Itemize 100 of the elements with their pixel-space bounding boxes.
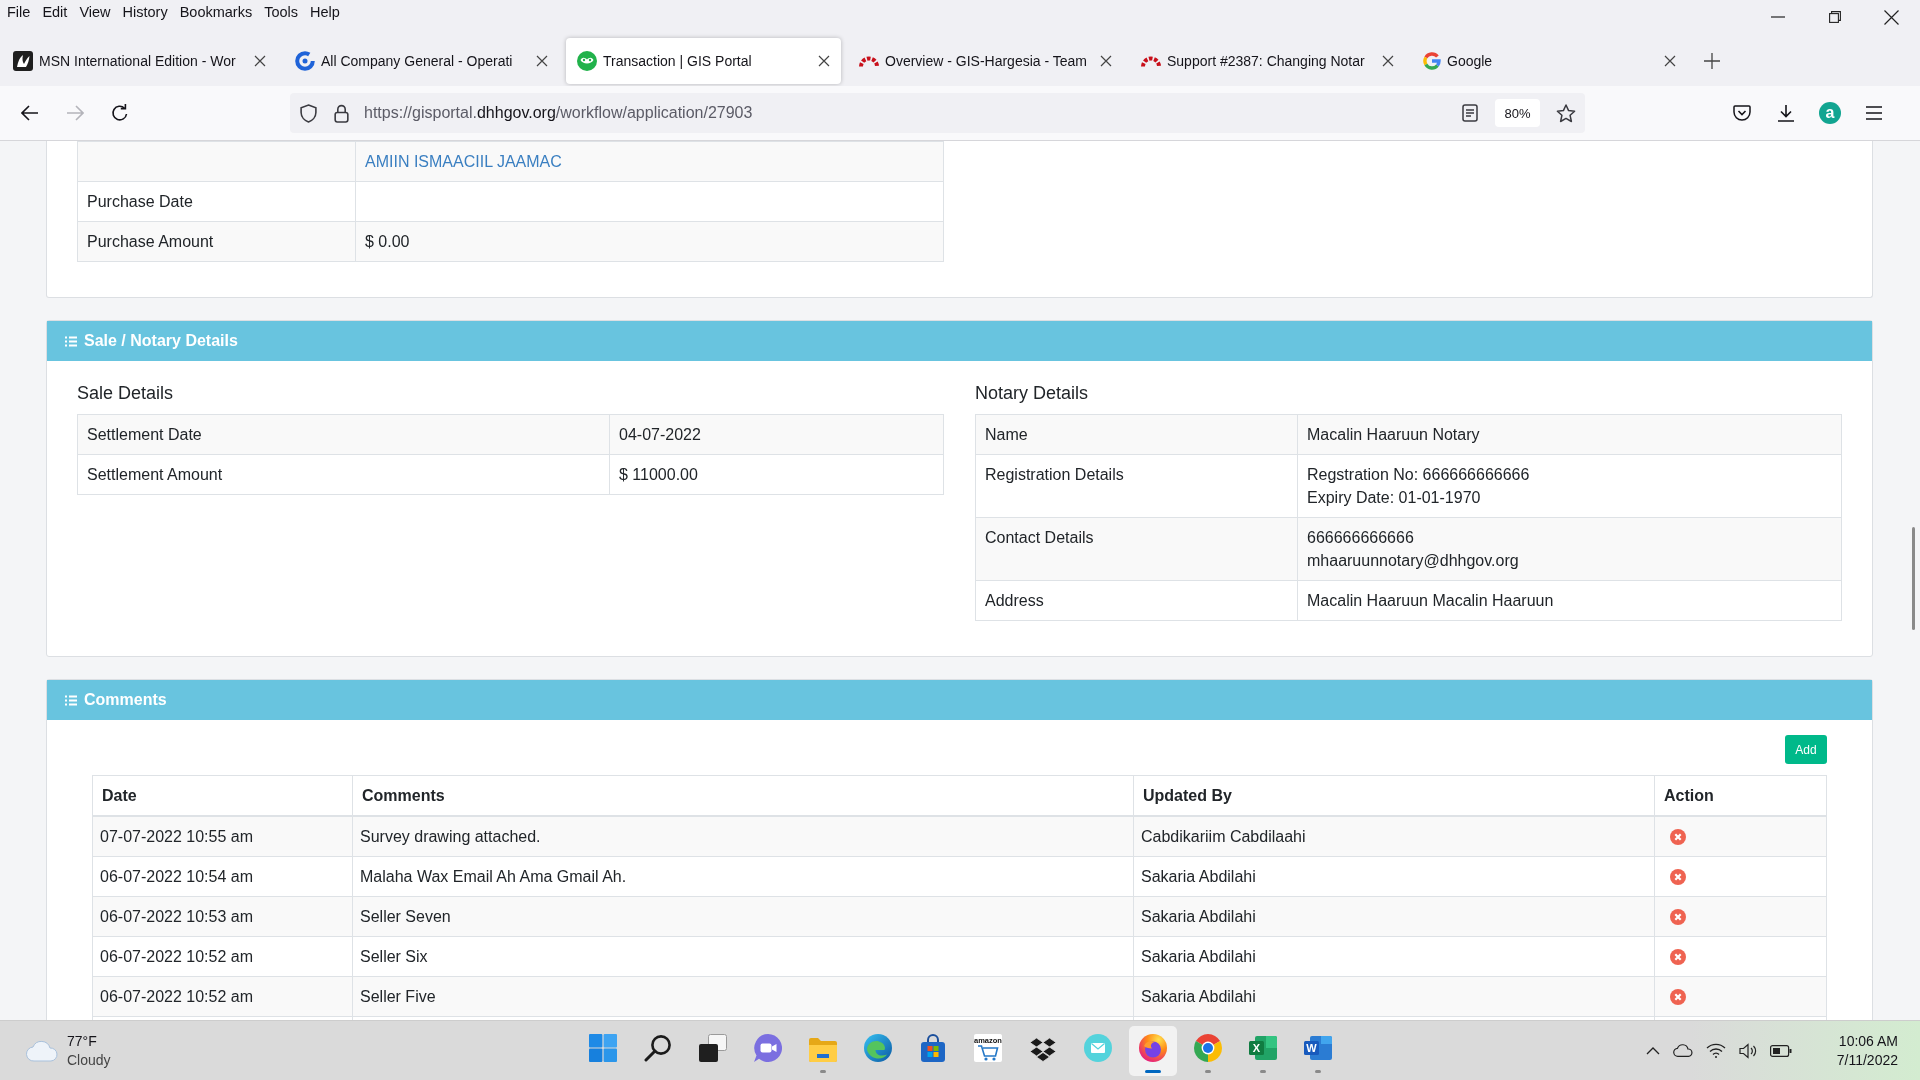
close-icon[interactable] bbox=[818, 55, 830, 67]
table-cell: Name bbox=[975, 414, 1298, 455]
table-cell: 04-07-2022 bbox=[609, 414, 944, 455]
menu-item[interactable]: Tools bbox=[258, 0, 305, 24]
table-cell: Malaha Wax Email Ah Ama Gmail Ah. bbox=[352, 856, 1134, 897]
browser-tab[interactable]: Transaction | GIS Portal bbox=[566, 38, 841, 84]
list-icon bbox=[65, 335, 77, 347]
table-cell: Registration Details bbox=[975, 454, 1298, 518]
menu-icon[interactable] bbox=[1865, 106, 1883, 120]
delete-icon[interactable] bbox=[1670, 829, 1686, 845]
lock-icon[interactable] bbox=[334, 103, 349, 123]
reader-view-icon[interactable] bbox=[1462, 104, 1478, 122]
dropbox-icon bbox=[1028, 1036, 1057, 1062]
search-icon bbox=[643, 1033, 672, 1062]
chevron-up-icon[interactable] bbox=[1645, 1046, 1660, 1055]
close-icon[interactable] bbox=[1382, 55, 1394, 67]
chat-icon bbox=[753, 1033, 782, 1062]
browser-tab[interactable]: Google bbox=[1412, 38, 1687, 84]
menu-item[interactable]: Help bbox=[304, 0, 346, 24]
close-icon[interactable] bbox=[1100, 55, 1112, 67]
close-icon[interactable] bbox=[1664, 55, 1676, 67]
taskbar-button[interactable]: X bbox=[1238, 1025, 1287, 1076]
browser-tab[interactable]: MSN International Edition - Wor bbox=[2, 38, 277, 84]
clock-time[interactable]: 10:06 AM bbox=[1838, 1031, 1898, 1051]
table-cell: 666666666666 mhaaruunnotary@dhhgov.org bbox=[1297, 517, 1842, 581]
table-cell: 06-07-2022 10:52 am bbox=[92, 976, 353, 1017]
mail-icon bbox=[1083, 1033, 1112, 1062]
start-icon bbox=[588, 1033, 617, 1062]
url-text: https://gisportal.dhhgov.org/workflow/application/27903 bbox=[364, 104, 753, 122]
edge-icon bbox=[863, 1033, 892, 1062]
chrome-icon bbox=[1193, 1033, 1222, 1062]
menu-item[interactable]: Bookmarks bbox=[173, 0, 259, 24]
menu-item[interactable]: File bbox=[1, 0, 37, 24]
mask-logo-icon bbox=[577, 51, 597, 71]
cloud-icon[interactable] bbox=[1672, 1044, 1693, 1057]
browser-tab[interactable]: Overview - GIS-Hargesia - Team bbox=[848, 38, 1123, 84]
section-title: Sale / Notary Details bbox=[84, 332, 238, 350]
table-cell: Sakaria Abdilahi bbox=[1133, 856, 1655, 897]
section-heading: Notary Details bbox=[975, 382, 1090, 405]
table-cell: $ 0.00 bbox=[355, 221, 944, 262]
arch-logo-icon bbox=[859, 55, 879, 67]
table-cell: Regstration No: 666666666666 Expiry Date: 01-01-1970 bbox=[1297, 454, 1842, 518]
table-cell: Purchase Date bbox=[77, 181, 356, 222]
table-cell: Seller Seven bbox=[352, 896, 1134, 937]
browser-tab[interactable]: Support #2387: Changing Notar bbox=[1130, 38, 1405, 84]
close-icon[interactable] bbox=[254, 55, 266, 67]
table-cell: Settlement Amount bbox=[77, 454, 610, 495]
section-title: Comments bbox=[84, 691, 167, 709]
download-icon[interactable] bbox=[1777, 104, 1795, 122]
table-cell: Macalin Haaruun Macalin Haaruun bbox=[1297, 580, 1842, 621]
delete-icon[interactable] bbox=[1670, 949, 1686, 965]
cloud-icon bbox=[26, 1039, 58, 1062]
table-cell: 06-07-2022 10:54 am bbox=[92, 856, 353, 897]
ring-logo-icon bbox=[295, 51, 315, 71]
store-icon bbox=[918, 1033, 947, 1062]
google-logo-icon bbox=[1423, 52, 1441, 70]
table-cell: Address bbox=[975, 580, 1298, 621]
menu-item[interactable]: History bbox=[116, 0, 174, 24]
volume-icon[interactable] bbox=[1738, 1042, 1757, 1059]
table-cell: 06-07-2022 10:53 am bbox=[92, 896, 353, 937]
minimize-icon[interactable] bbox=[1770, 16, 1785, 18]
delete-icon[interactable] bbox=[1670, 989, 1686, 1005]
taskbar-button[interactable]: W bbox=[1293, 1025, 1342, 1076]
zoom-level-button[interactable]: 80% bbox=[1495, 99, 1540, 127]
delete-icon[interactable] bbox=[1670, 869, 1686, 885]
new-tab-icon[interactable] bbox=[1704, 53, 1720, 69]
close-icon[interactable] bbox=[536, 55, 548, 67]
task-view-icon bbox=[698, 1033, 727, 1062]
menu-item[interactable]: View bbox=[73, 0, 117, 24]
firefox-icon bbox=[1138, 1033, 1167, 1062]
back-icon[interactable] bbox=[21, 105, 39, 121]
delete-icon[interactable] bbox=[1670, 909, 1686, 925]
table-cell: Seller Five bbox=[352, 976, 1134, 1017]
list-icon bbox=[65, 694, 77, 706]
table-cell: Sakaria Abdilahi bbox=[1133, 976, 1655, 1017]
section-heading: Sale Details bbox=[77, 382, 175, 405]
battery-icon[interactable] bbox=[1769, 1044, 1792, 1057]
table-cell: Settlement Date bbox=[77, 414, 610, 455]
folder-icon bbox=[808, 1037, 837, 1062]
table-cell: Purchase Amount bbox=[77, 221, 356, 262]
pocket-icon[interactable] bbox=[1733, 104, 1751, 122]
scrollbar-thumb[interactable] bbox=[1912, 527, 1915, 630]
close-icon[interactable] bbox=[1884, 9, 1899, 25]
shield-icon[interactable] bbox=[300, 103, 317, 123]
wifi-icon[interactable] bbox=[1705, 1043, 1726, 1058]
weather-condition: Cloudy bbox=[67, 1050, 111, 1070]
temperature-text: 77°F bbox=[67, 1031, 98, 1051]
table-cell: Sakaria Abdilahi bbox=[1133, 936, 1655, 977]
restore-icon[interactable] bbox=[1828, 11, 1841, 23]
address-field[interactable]: https://gisportal.dhhgov.org/workflow/application/27903 80% bbox=[290, 93, 1585, 133]
clock-date[interactable]: 7/11/2022 bbox=[1836, 1050, 1898, 1070]
menu-item[interactable]: Edit bbox=[36, 0, 74, 24]
table-cell: Survey drawing attached. bbox=[352, 816, 1134, 857]
owner-link[interactable]: AMIIN ISMAACIIL JAAMAC bbox=[365, 153, 562, 170]
table-cell: Contact Details bbox=[975, 517, 1298, 581]
arch-logo-icon bbox=[1141, 55, 1161, 67]
browser-tab[interactable]: All Company General - Operati bbox=[284, 38, 559, 84]
table-cell: Macalin Haaruun Notary bbox=[1297, 414, 1842, 455]
reload-icon[interactable] bbox=[111, 104, 129, 122]
bookmark-star-icon[interactable] bbox=[1556, 103, 1576, 123]
